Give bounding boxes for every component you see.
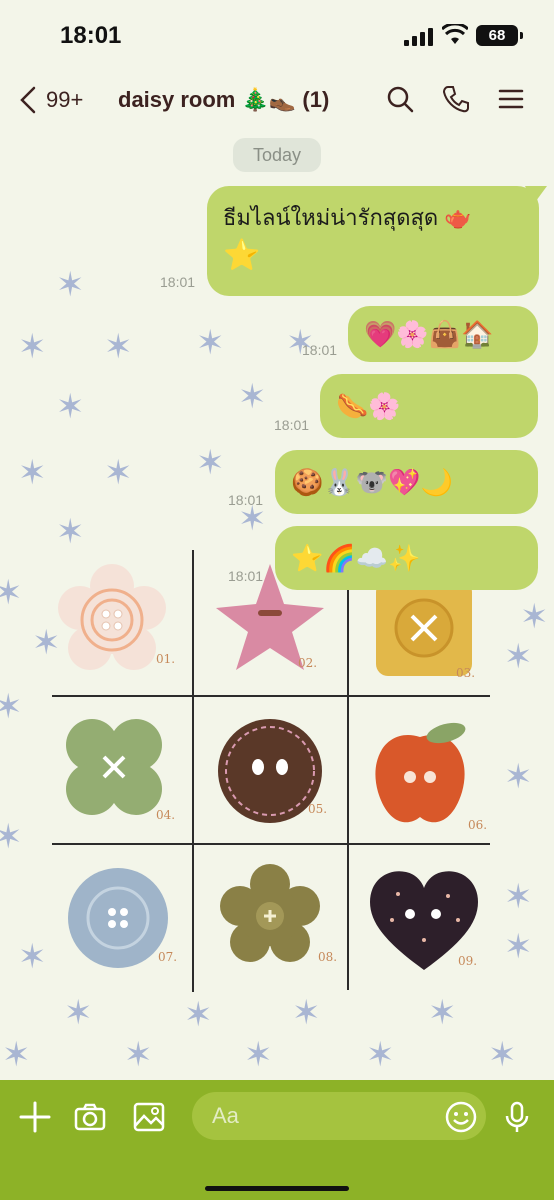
message-bubble[interactable]: 🌭🌸 xyxy=(320,374,538,438)
chat-header: 99+ daisy room 🎄👞 (1) xyxy=(0,70,554,130)
star-decoration: ✶ xyxy=(0,818,23,856)
message-emoji: ⭐ xyxy=(223,238,261,272)
message-text: ธีมไลน์ใหม่น่ารักสุดสุด 🫖 xyxy=(223,205,472,230)
round-brown-button-icon xyxy=(218,719,322,823)
sticker-number: 09. xyxy=(458,954,478,968)
bubble-tail xyxy=(525,186,547,204)
back-icon[interactable] xyxy=(18,86,38,114)
star-decoration: ✶ xyxy=(504,878,533,916)
message-bubble[interactable]: 🍪🐰🐨💖🌙 xyxy=(275,450,538,514)
star-decoration: ✶ xyxy=(18,938,47,976)
blue-button-icon xyxy=(68,868,168,968)
star-decoration: ✶ xyxy=(18,454,47,492)
star-decoration: ✶ xyxy=(56,513,85,551)
wifi-icon xyxy=(442,24,468,44)
message-emoji: 🍪🐰🐨💖🌙 xyxy=(291,466,453,497)
clover-button-icon xyxy=(66,719,162,815)
star-decoration: ✶ xyxy=(56,388,85,426)
star-decoration: ✶ xyxy=(504,638,533,676)
star-decoration: ✶ xyxy=(504,928,533,966)
message-time: 18:01 xyxy=(228,568,264,584)
star-decoration: ✶ xyxy=(238,378,267,416)
chat-area[interactable]: ✶ ✶ ✶ ✶ ✶ ✶ ✶ ✶ ✶ ✶ ✶ ✶ ✶ ✶ ✶ ✶ ✶ ✶ ✶ ✶ … xyxy=(0,130,554,1080)
menu-icon[interactable] xyxy=(497,84,527,114)
sticker-number: 08. xyxy=(318,950,338,964)
star-decoration: ✶ xyxy=(196,444,225,482)
status-bar: 18:01 68 xyxy=(0,0,554,70)
message-time: 18:01 xyxy=(160,274,196,290)
sticker-number: 04. xyxy=(156,808,176,822)
status-time: 18:01 xyxy=(60,22,122,49)
emoji-icon[interactable] xyxy=(444,1100,478,1134)
mic-icon[interactable] xyxy=(500,1100,534,1134)
star-decoration: ✶ xyxy=(520,598,549,636)
message-emoji: 🌭🌸 xyxy=(336,390,401,421)
star-decoration: ✶ xyxy=(104,454,133,492)
message-emoji: ⭐🌈☁️✨ xyxy=(291,542,421,573)
star-decoration: ✶ xyxy=(184,996,213,1034)
star-decoration: ✶ xyxy=(428,994,457,1032)
home-indicator xyxy=(205,1186,349,1191)
star-decoration: ✶ xyxy=(64,994,93,1032)
star-decoration: ✶ xyxy=(292,994,321,1032)
date-separator: Today xyxy=(233,138,321,172)
star-decoration: ✶ xyxy=(366,1036,395,1074)
star-decoration: ✶ xyxy=(504,758,533,796)
star-decoration: ✶ xyxy=(2,1036,31,1074)
star-decoration: ✶ xyxy=(0,688,23,726)
sticker-number: 01. xyxy=(156,652,176,666)
message-bubble[interactable]: ⭐🌈☁️✨ xyxy=(275,526,538,590)
sticker-number: 05. xyxy=(308,802,328,816)
signal-icon xyxy=(404,28,433,46)
sticker-number: 03. xyxy=(456,666,476,680)
message-time: 18:01 xyxy=(228,492,264,508)
star-decoration: ✶ xyxy=(488,1036,517,1074)
sticker-preview-grid: 01. 02. 03. 04. 05. 06. 07. 08. 09. xyxy=(52,550,490,992)
olive-flower-button-icon xyxy=(220,864,320,962)
phone-icon[interactable] xyxy=(441,84,471,114)
chat-title[interactable]: daisy room 🎄👞 (1) xyxy=(118,87,329,113)
sticker-number: 06. xyxy=(468,818,488,832)
search-icon[interactable] xyxy=(385,84,415,114)
star-decoration: ✶ xyxy=(56,266,85,304)
star-decoration: ✶ xyxy=(124,1036,153,1074)
unread-count[interactable]: 99+ xyxy=(46,87,83,113)
message-time: 18:01 xyxy=(274,417,310,433)
star-decoration: ✶ xyxy=(196,324,225,362)
star-decoration: ✶ xyxy=(104,328,133,366)
message-emoji: 💗🌸👜🏠 xyxy=(364,318,494,349)
message-input[interactable] xyxy=(192,1092,486,1140)
camera-icon[interactable] xyxy=(73,1100,107,1134)
message-bubble[interactable]: 💗🌸👜🏠 xyxy=(348,306,538,362)
image-icon[interactable] xyxy=(132,1100,166,1134)
flower-button-icon xyxy=(58,564,166,670)
battery-indicator: 68 xyxy=(476,25,523,46)
plus-icon[interactable] xyxy=(18,1100,52,1134)
sticker-number: 07. xyxy=(158,950,178,964)
star-decoration: ✶ xyxy=(244,1036,273,1074)
message-input-bar xyxy=(0,1080,554,1200)
sticker-number: 02. xyxy=(298,656,318,670)
message-time: 18:01 xyxy=(302,342,338,358)
heart-button-icon xyxy=(370,871,478,970)
star-decoration: ✶ xyxy=(18,328,47,366)
message-bubble[interactable]: ธีมไลน์ใหม่น่ารักสุดสุด 🫖 ⭐ xyxy=(207,186,547,296)
star-decoration: ✶ xyxy=(0,574,23,612)
